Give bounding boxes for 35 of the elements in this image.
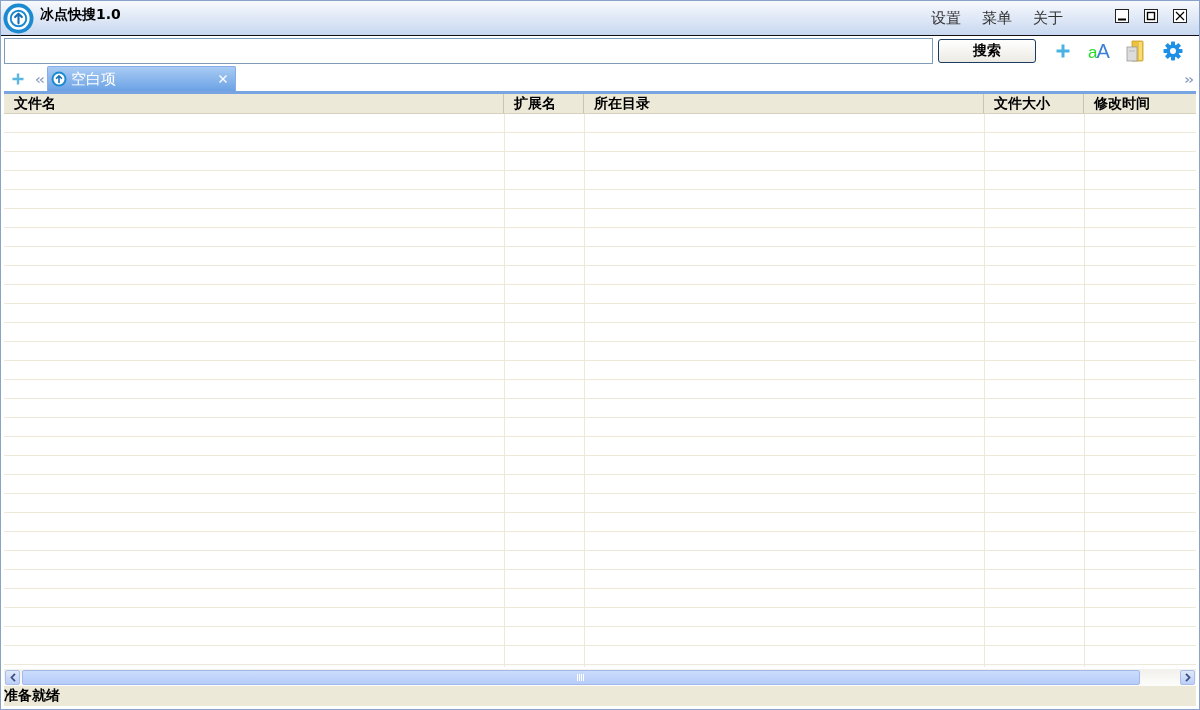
minimize-icon [1115,9,1129,23]
up-arrow-circle-icon [3,2,34,34]
double-chevron-left-icon[interactable] [35,76,45,83]
chevron-right-icon [1184,673,1191,682]
double-chevron-right-icon[interactable] [1184,76,1194,83]
status-text: 准备就绪 [4,687,60,705]
menu-item[interactable]: 关于 [1033,8,1063,28]
plus-icon[interactable] [1056,44,1070,58]
column-header[interactable]: 所在目录 [583,94,983,113]
close-icon [1173,9,1187,23]
close-button[interactable] [1173,9,1187,23]
menu-item[interactable]: 设置 [931,8,961,28]
column-header[interactable]: 扩展名 [503,94,583,113]
scroll-right-button[interactable] [1180,670,1195,685]
up-arrow-circle-icon [51,71,67,87]
search-field[interactable] [4,38,933,64]
plus-icon[interactable] [12,73,24,85]
scroll-thumb[interactable] [22,670,1140,685]
window-title: 冰点快搜1.0 [40,6,121,24]
search-button[interactable]: 搜索 [938,39,1036,63]
close-icon[interactable] [218,74,228,84]
menu-item[interactable]: 菜单 [982,8,1012,28]
scroll-left-button[interactable] [5,670,20,685]
maximize-icon [1144,9,1158,23]
column-header[interactable]: 文件名 [4,94,503,113]
column-header[interactable]: 修改时间 [1083,94,1196,113]
folder-document-icon[interactable] [1125,40,1144,62]
settings-icon[interactable] [1162,41,1183,61]
minimize-button[interactable] [1115,9,1129,23]
grip-icon [577,674,585,681]
maximize-button[interactable] [1144,9,1158,23]
column-header[interactable]: 文件大小 [983,94,1083,113]
font-button[interactable]: aA [1088,41,1110,61]
horizontal-scrollbar[interactable] [4,669,1196,686]
chevron-left-icon [9,673,16,682]
